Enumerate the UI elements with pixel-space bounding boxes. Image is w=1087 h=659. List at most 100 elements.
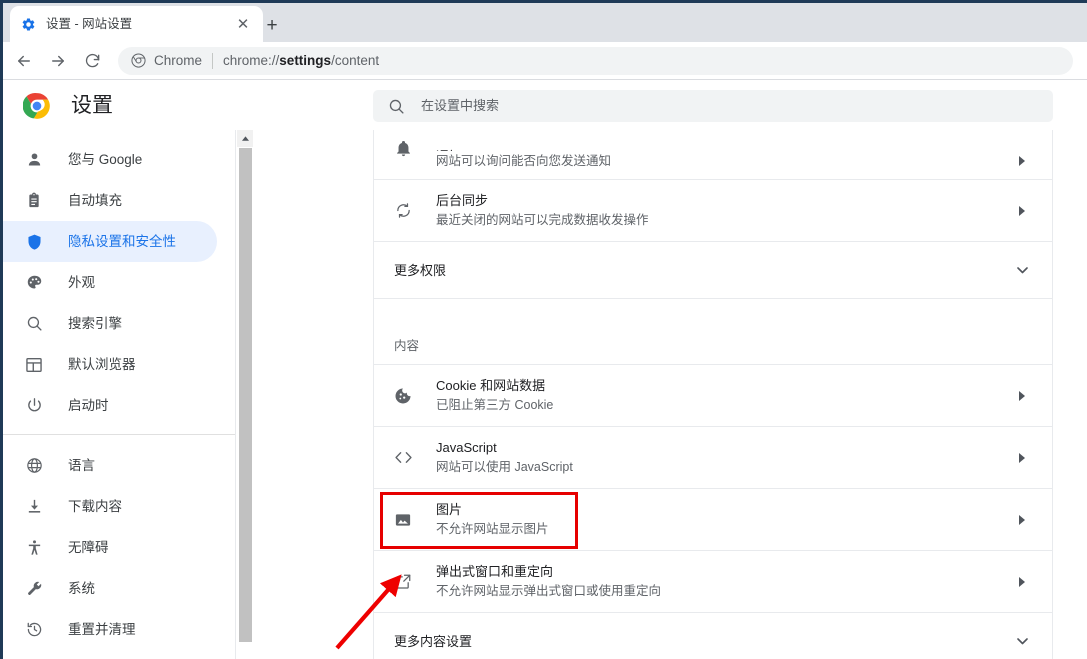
window-frame-top — [0, 0, 1087, 3]
search-icon — [24, 314, 44, 334]
search-icon — [387, 97, 405, 115]
page-title: 设置 — [71, 92, 113, 120]
setting-row-text: 通知 网站可以询问能否向您发送通知 — [436, 147, 1012, 171]
cookie-icon — [392, 385, 414, 407]
sidebar-item-label: 无障碍 — [68, 538, 109, 558]
accessibility-icon — [24, 538, 44, 558]
address-bar[interactable]: Chrome chrome://settings/content — [118, 47, 1073, 75]
url-bold: settings — [279, 53, 331, 68]
setting-row-sub: 网站可以使用 JavaScript — [436, 458, 1012, 477]
setting-row-notifications[interactable]: 通知 网站可以询问能否向您发送通知 — [374, 130, 1052, 180]
close-icon[interactable]: ✕ — [233, 14, 253, 34]
settings-card: 通知 网站可以询问能否向您发送通知 — [373, 130, 1053, 659]
browser-tab[interactable]: 设置 - 网站设置 ✕ — [10, 6, 263, 42]
popup-icon — [392, 571, 414, 593]
setting-row-javascript[interactable]: JavaScript 网站可以使用 JavaScript — [374, 427, 1052, 489]
chrome-logo-icon — [23, 92, 51, 120]
scroll-up-icon[interactable] — [237, 130, 254, 147]
chevron-right-icon[interactable] — [1012, 386, 1032, 406]
image-icon — [392, 509, 414, 531]
sidebar-divider — [3, 434, 235, 435]
new-tab-button[interactable]: + — [258, 11, 286, 39]
setting-row-title: Cookie 和网站数据 — [436, 376, 1012, 395]
sidebar-group-secondary: 语言 下载内容 — [3, 443, 235, 650]
setting-row-title: 后台同步 — [436, 191, 1012, 210]
setting-row-popups-and-redirects[interactable]: 弹出式窗口和重定向 不允许网站显示弹出式窗口或使用重定向 — [374, 551, 1052, 613]
sidebar-item-you-and-google[interactable]: 您与 Google — [3, 139, 217, 180]
chevron-right-icon[interactable] — [1012, 448, 1032, 468]
setting-row-title: 通知 — [436, 147, 1012, 151]
setting-row-cookies[interactable]: Cookie 和网站数据 已阻止第三方 Cookie — [374, 365, 1052, 427]
setting-row-more-content-settings[interactable]: 更多内容设置 — [374, 613, 1052, 659]
sidebar-item-label: 外观 — [68, 273, 95, 293]
power-icon — [24, 396, 44, 416]
content-area: 您与 Google 自动填充 隐 — [3, 130, 1087, 659]
globe-icon — [24, 456, 44, 476]
chevron-right-icon[interactable] — [1012, 572, 1032, 592]
setting-row-text: Cookie 和网站数据 已阻止第三方 Cookie — [436, 376, 1012, 415]
sidebar-item-reset-and-cleanup[interactable]: 重置并清理 — [3, 609, 217, 650]
sidebar-item-accessibility[interactable]: 无障碍 — [3, 527, 217, 568]
reload-icon[interactable] — [78, 47, 106, 75]
setting-row-title: 图片 — [436, 500, 1012, 519]
setting-row-title: JavaScript — [436, 438, 1012, 457]
sidebar-item-label: 搜索引擎 — [68, 314, 122, 334]
chevron-right-icon[interactable] — [1012, 510, 1032, 530]
person-icon — [24, 150, 44, 170]
download-icon — [24, 497, 44, 517]
chevron-down-icon[interactable] — [1012, 260, 1032, 280]
setting-row-sub: 网站可以询问能否向您发送通知 — [436, 152, 1012, 171]
setting-row-sub: 不允许网站显示图片 — [436, 520, 1012, 539]
setting-row-images[interactable]: 图片 不允许网站显示图片 — [374, 489, 1052, 551]
sidebar-item-default-browser[interactable]: 默认浏览器 — [3, 344, 217, 385]
gear-icon — [20, 16, 37, 33]
sidebar-item-label: 默认浏览器 — [68, 355, 136, 375]
browser-icon — [24, 355, 44, 375]
code-icon — [392, 447, 414, 469]
setting-row-more-permissions[interactable]: 更多权限 — [374, 242, 1052, 299]
sidebar-item-autofill[interactable]: 自动填充 — [3, 180, 217, 221]
setting-row-background-sync[interactable]: 后台同步 最近关闭的网站可以完成数据收发操作 — [374, 180, 1052, 242]
wrench-icon — [24, 579, 44, 599]
chevron-down-icon[interactable] — [1012, 631, 1032, 651]
url-prefix: chrome:// — [223, 53, 279, 68]
tab-title: 设置 - 网站设置 — [46, 16, 233, 33]
omnibox-url: chrome://settings/content — [223, 53, 379, 69]
sidebar-item-languages[interactable]: 语言 — [3, 445, 217, 486]
chrome-icon — [130, 53, 146, 69]
forward-icon[interactable] — [44, 47, 72, 75]
setting-row-sub: 不允许网站显示弹出式窗口或使用重定向 — [436, 582, 1012, 601]
more-permissions-label: 更多权限 — [394, 261, 1012, 280]
palette-icon — [24, 273, 44, 293]
sidebar-scrollbar[interactable] — [236, 130, 253, 659]
sidebar-group-primary: 您与 Google 自动填充 隐 — [3, 130, 235, 426]
sidebar-item-downloads[interactable]: 下载内容 — [3, 486, 217, 527]
omnibox-separator — [212, 53, 213, 69]
sidebar-item-privacy-and-security[interactable]: 隐私设置和安全性 — [3, 221, 217, 262]
sidebar-item-search-engine[interactable]: 搜索引擎 — [3, 303, 217, 344]
bell-icon — [392, 138, 414, 160]
browser-window: 设置 - 网站设置 ✕ + — [0, 0, 1087, 659]
sidebar-item-label: 重置并清理 — [68, 620, 136, 640]
setting-row-sub: 最近关闭的网站可以完成数据收发操作 — [436, 211, 1012, 230]
sync-icon — [392, 200, 414, 222]
restore-icon — [24, 620, 44, 640]
settings-main-panel: 通知 网站可以询问能否向您发送通知 — [253, 130, 1087, 659]
settings-sidebar: 您与 Google 自动填充 隐 — [3, 130, 236, 659]
sidebar-item-appearance[interactable]: 外观 — [3, 262, 217, 303]
settings-header: 设置 在设置中搜索 — [3, 81, 1087, 130]
search-input[interactable]: 在设置中搜索 — [373, 90, 1053, 122]
sidebar-item-label: 自动填充 — [68, 191, 122, 211]
scrollbar-thumb[interactable] — [239, 148, 252, 642]
chevron-right-icon[interactable] — [1012, 151, 1032, 171]
setting-row-sub: 已阻止第三方 Cookie — [436, 396, 1012, 415]
autofill-icon — [24, 191, 44, 211]
sidebar-item-on-startup[interactable]: 启动时 — [3, 385, 217, 426]
setting-row-text: 弹出式窗口和重定向 不允许网站显示弹出式窗口或使用重定向 — [436, 562, 1012, 601]
sidebar-item-label: 隐私设置和安全性 — [68, 232, 176, 252]
tab-strip: 设置 - 网站设置 ✕ + — [0, 0, 1087, 42]
chevron-right-icon[interactable] — [1012, 201, 1032, 221]
url-suffix: /content — [331, 53, 379, 68]
sidebar-item-system[interactable]: 系统 — [3, 568, 217, 609]
back-icon[interactable] — [10, 47, 38, 75]
